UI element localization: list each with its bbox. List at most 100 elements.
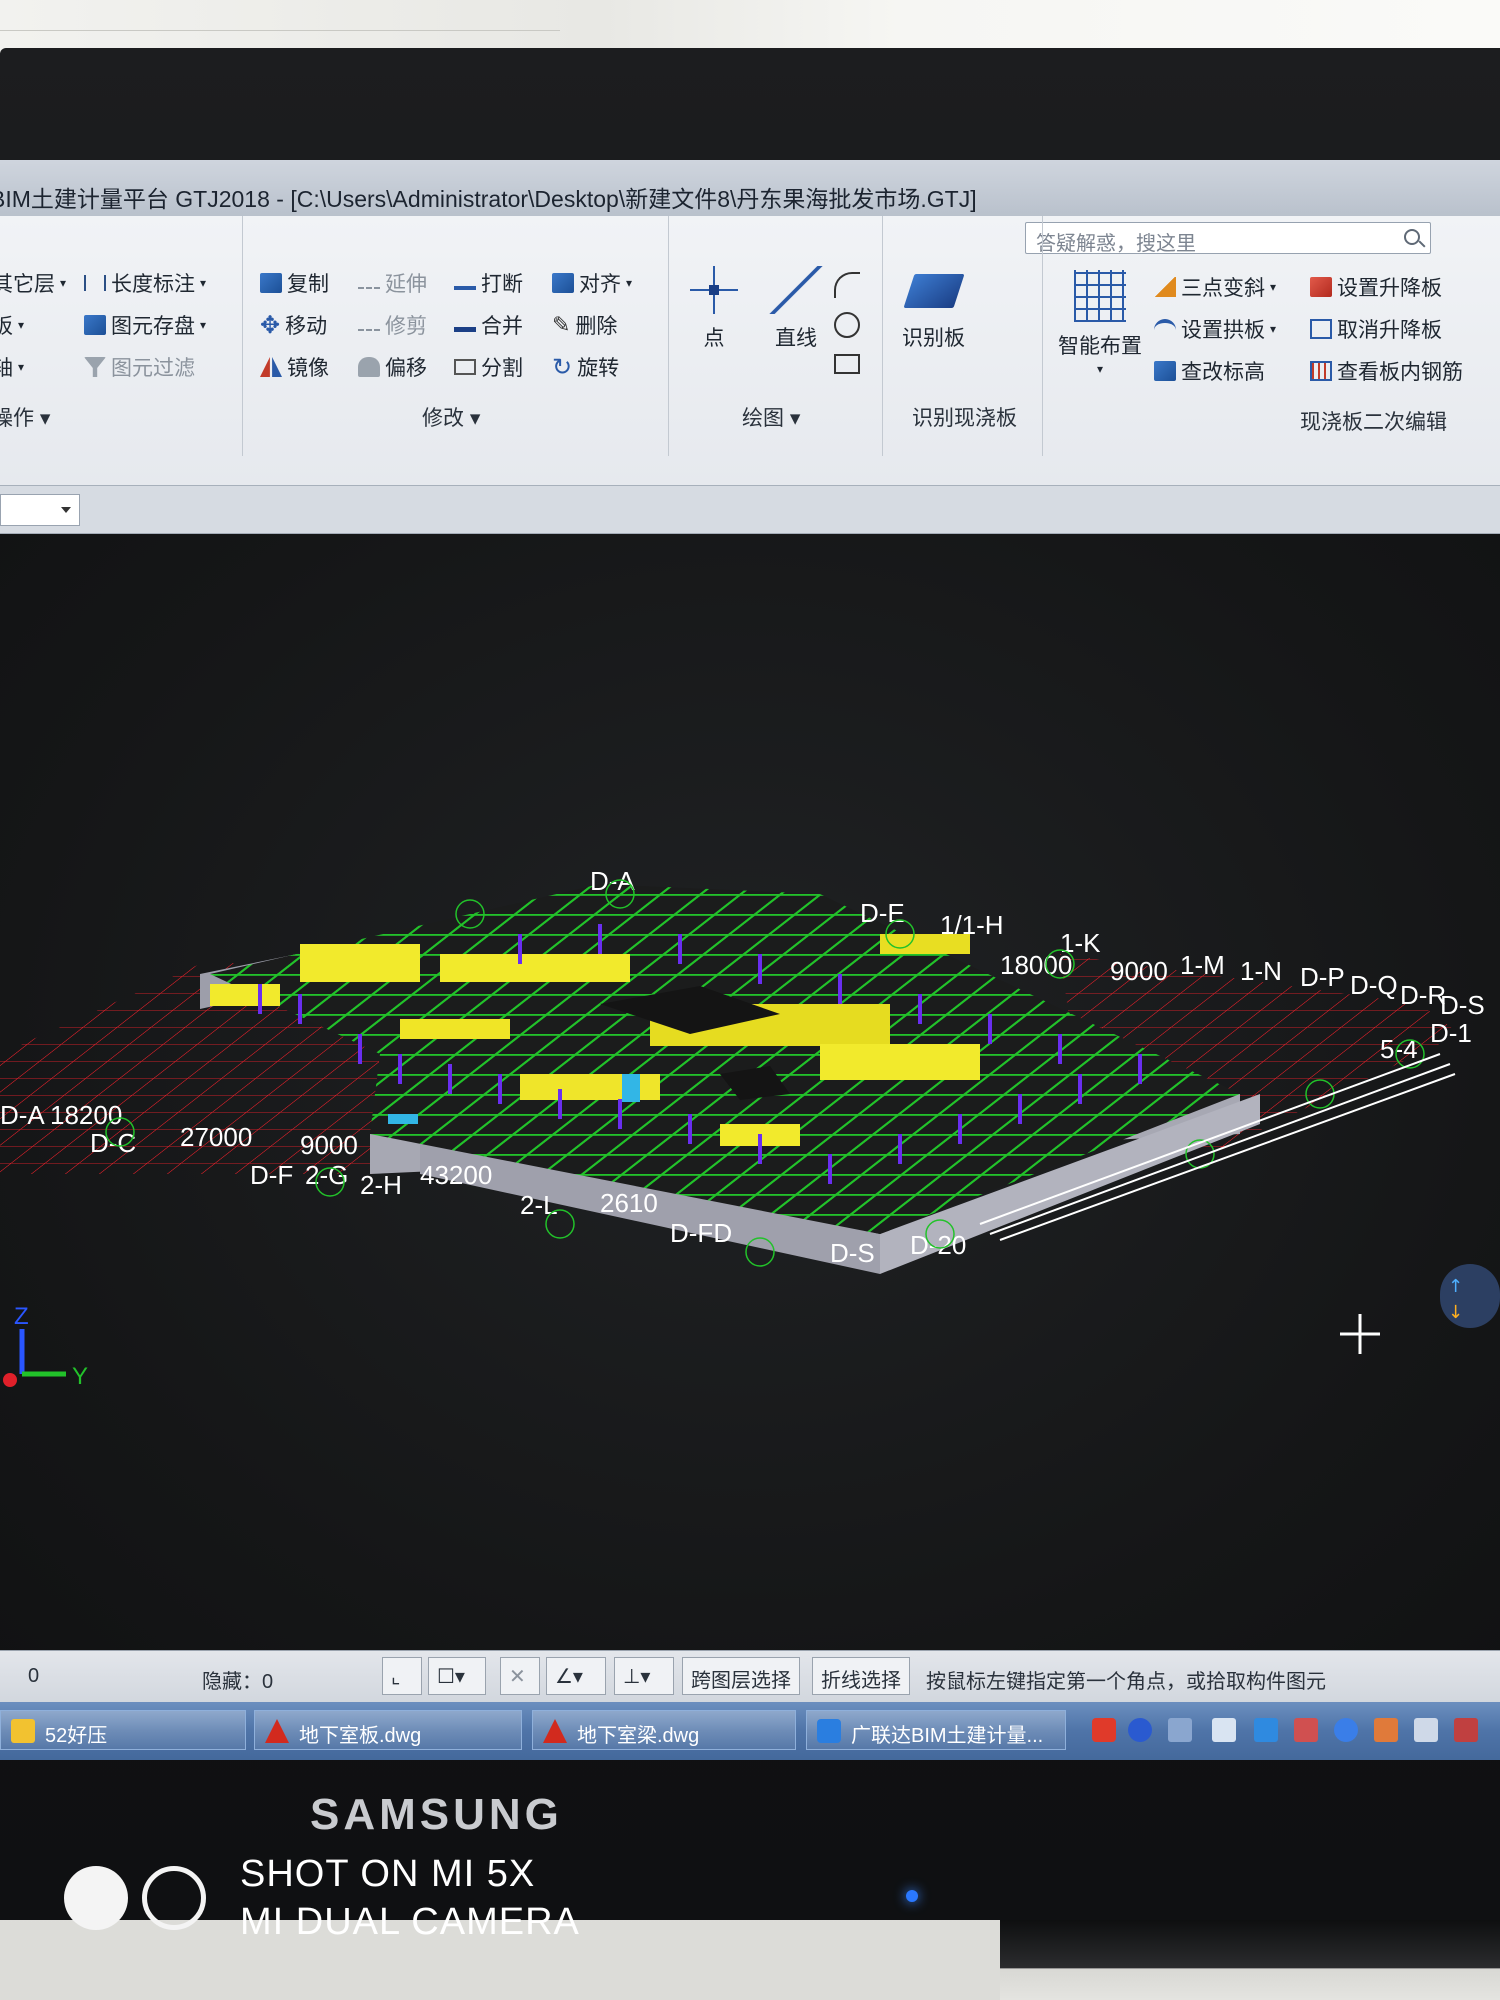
- copy-icon: [260, 273, 282, 293]
- taskbar-item-glodon-gtj[interactable]: 广联达BIM土建计量...: [806, 1710, 1066, 1750]
- other-layer-button[interactable]: 其它层 ▾: [0, 268, 66, 298]
- smart-layout-button[interactable]: 智能布置 ▾: [1058, 270, 1142, 376]
- rebar-icon: [1310, 361, 1332, 381]
- usb-icon[interactable]: [1212, 1718, 1236, 1742]
- align-icon: [552, 273, 574, 293]
- select-box-icon[interactable]: ☐▾: [428, 1657, 486, 1695]
- offset-icon: [358, 357, 380, 377]
- cross-layer-select-button[interactable]: 跨图层选择: [682, 1657, 800, 1695]
- extend-icon: [358, 286, 380, 289]
- label-slab: 板: [0, 315, 13, 338]
- mirror-icon: [260, 357, 282, 377]
- delete-button[interactable]: ✎ 删除: [552, 310, 617, 340]
- 3d-viewport[interactable]: D-A 18200 D-C 27000 9000 D-F 2-G 2-H 432…: [0, 534, 1500, 1674]
- label-element-filter: 图元过滤: [111, 357, 195, 380]
- extend-button[interactable]: 延伸: [358, 268, 427, 298]
- network-icon[interactable]: [1168, 1718, 1192, 1742]
- rotate-button[interactable]: ↻ 旋转: [552, 352, 619, 382]
- axis-label: D-1: [1430, 1018, 1472, 1048]
- wall-block: [440, 954, 630, 982]
- display-icon[interactable]: [1454, 1718, 1478, 1742]
- label-smart-layout: 智能布置: [1058, 335, 1142, 358]
- group-label-edit: 现浇板二次编辑: [1300, 406, 1447, 436]
- polyline-select-button[interactable]: 折线选择: [812, 1657, 910, 1695]
- taskbar-item-slab-dwg[interactable]: 地下室板.dwg: [254, 1710, 522, 1750]
- length-dimension-button[interactable]: 长度标注 ▾: [84, 268, 206, 298]
- svg-text:↑: ↑: [1448, 1276, 1463, 1297]
- view-rebar-button[interactable]: 查看板内钢筋: [1310, 356, 1463, 386]
- save-element-button[interactable]: 图元存盘 ▾: [84, 310, 206, 340]
- taskbar-item-haozip[interactable]: 52好压: [0, 1710, 246, 1750]
- circle-icon[interactable]: [834, 312, 860, 338]
- axis-label: 43200: [420, 1160, 492, 1190]
- split-button[interactable]: 分割: [454, 352, 523, 382]
- glodon-app-icon: [817, 1719, 841, 1743]
- axis-button[interactable]: 轴 ▾: [0, 352, 24, 382]
- wall-block: [210, 984, 280, 1006]
- angle-snap-icon[interactable]: ∠▾: [546, 1657, 606, 1695]
- z-axis-label: Z: [14, 1303, 29, 1330]
- taskbar-label: 52好压: [45, 1725, 108, 1747]
- coordinate-axis-gizmo: Z Y: [3, 1303, 88, 1390]
- taskbar-item-beam-dwg[interactable]: 地下室梁.dwg: [532, 1710, 796, 1750]
- raise-lower-icon: [1310, 277, 1332, 297]
- trim-button[interactable]: 修剪: [358, 310, 427, 340]
- label-align: 对齐: [579, 273, 621, 296]
- align-button[interactable]: 对齐 ▾: [552, 268, 632, 298]
- volume-icon[interactable]: [1414, 1718, 1438, 1742]
- label-offset: 偏移: [385, 357, 427, 380]
- label-view-rebar: 查看板内钢筋: [1337, 361, 1463, 384]
- help-search-input[interactable]: 答疑解惑，搜这里: [1025, 222, 1431, 255]
- label-extend: 延伸: [385, 273, 427, 296]
- set-arch-button[interactable]: 设置拱板 ▾: [1154, 314, 1276, 344]
- ortho-toggle-icon[interactable]: ⌞: [382, 1657, 422, 1695]
- draw-label: 绘图: [742, 407, 784, 430]
- search-icon[interactable]: [1404, 229, 1420, 245]
- label-rotate: 旋转: [577, 357, 620, 380]
- check-elevation-button[interactable]: 查改标高: [1154, 356, 1265, 386]
- label-length-dimension: 长度标注: [111, 273, 195, 296]
- sync-icon[interactable]: [1254, 1718, 1278, 1742]
- recognize-slab-button[interactable]: 识别板: [902, 274, 965, 352]
- label-mirror: 镜像: [287, 357, 329, 380]
- speaker-muted-icon[interactable]: [1374, 1718, 1398, 1742]
- edit-label: 现浇板二次编辑: [1300, 411, 1447, 434]
- sogou-input-icon[interactable]: [1092, 1718, 1116, 1742]
- axis-label: 9000: [300, 1130, 358, 1160]
- tool-icon[interactable]: [1294, 1718, 1318, 1742]
- 3d-model-canvas[interactable]: D-A 18200 D-C 27000 9000 D-F 2-G 2-H 432…: [0, 534, 1500, 1674]
- mirror-button[interactable]: 镜像: [260, 352, 329, 382]
- ribbon-separator: [668, 216, 669, 456]
- break-button[interactable]: 打断: [454, 268, 523, 298]
- slab-button[interactable]: 板 ▾: [0, 310, 24, 340]
- cyan-element: [388, 1114, 418, 1124]
- offset-button[interactable]: 偏移: [358, 352, 427, 382]
- move-button[interactable]: ✥ 移动: [260, 310, 327, 340]
- eraser-icon: ✎: [552, 312, 571, 337]
- point-button[interactable]: 点: [690, 266, 738, 352]
- axis-label: D-Q: [1350, 970, 1398, 1000]
- axis-label: 2-H: [360, 1170, 402, 1200]
- taskbar-label: 地下室板.dwg: [299, 1725, 422, 1747]
- label-trim: 修剪: [385, 315, 427, 338]
- floor-selector-dropdown[interactable]: [0, 494, 80, 526]
- label-other-layer: 其它层: [0, 273, 55, 296]
- merge-button[interactable]: 合并: [454, 310, 523, 340]
- camera-watermark-dot: [64, 1866, 128, 1930]
- taskbar-label: 广联达BIM土建计量...: [851, 1725, 1044, 1747]
- cancel-x-icon[interactable]: ✕: [500, 1657, 540, 1695]
- snap-settings-icon[interactable]: ⊥▾: [614, 1657, 674, 1695]
- modify-label: 修改: [422, 407, 464, 430]
- rectangle-icon[interactable]: [834, 354, 860, 374]
- security-shield-icon[interactable]: [1334, 1718, 1358, 1742]
- trim-icon: [358, 328, 380, 331]
- line-button[interactable]: 直线: [768, 266, 824, 352]
- arc-icon[interactable]: [834, 272, 860, 298]
- help-icon[interactable]: [1128, 1718, 1152, 1742]
- element-filter-button[interactable]: 图元过滤: [84, 352, 195, 382]
- cancel-raise-lower-button[interactable]: 取消升降板: [1310, 314, 1442, 344]
- three-point-slope-button[interactable]: 三点变斜 ▾: [1154, 272, 1276, 302]
- point-icon: [690, 266, 738, 314]
- copy-button[interactable]: 复制: [260, 268, 329, 298]
- set-raise-lower-button[interactable]: 设置升降板: [1310, 272, 1442, 302]
